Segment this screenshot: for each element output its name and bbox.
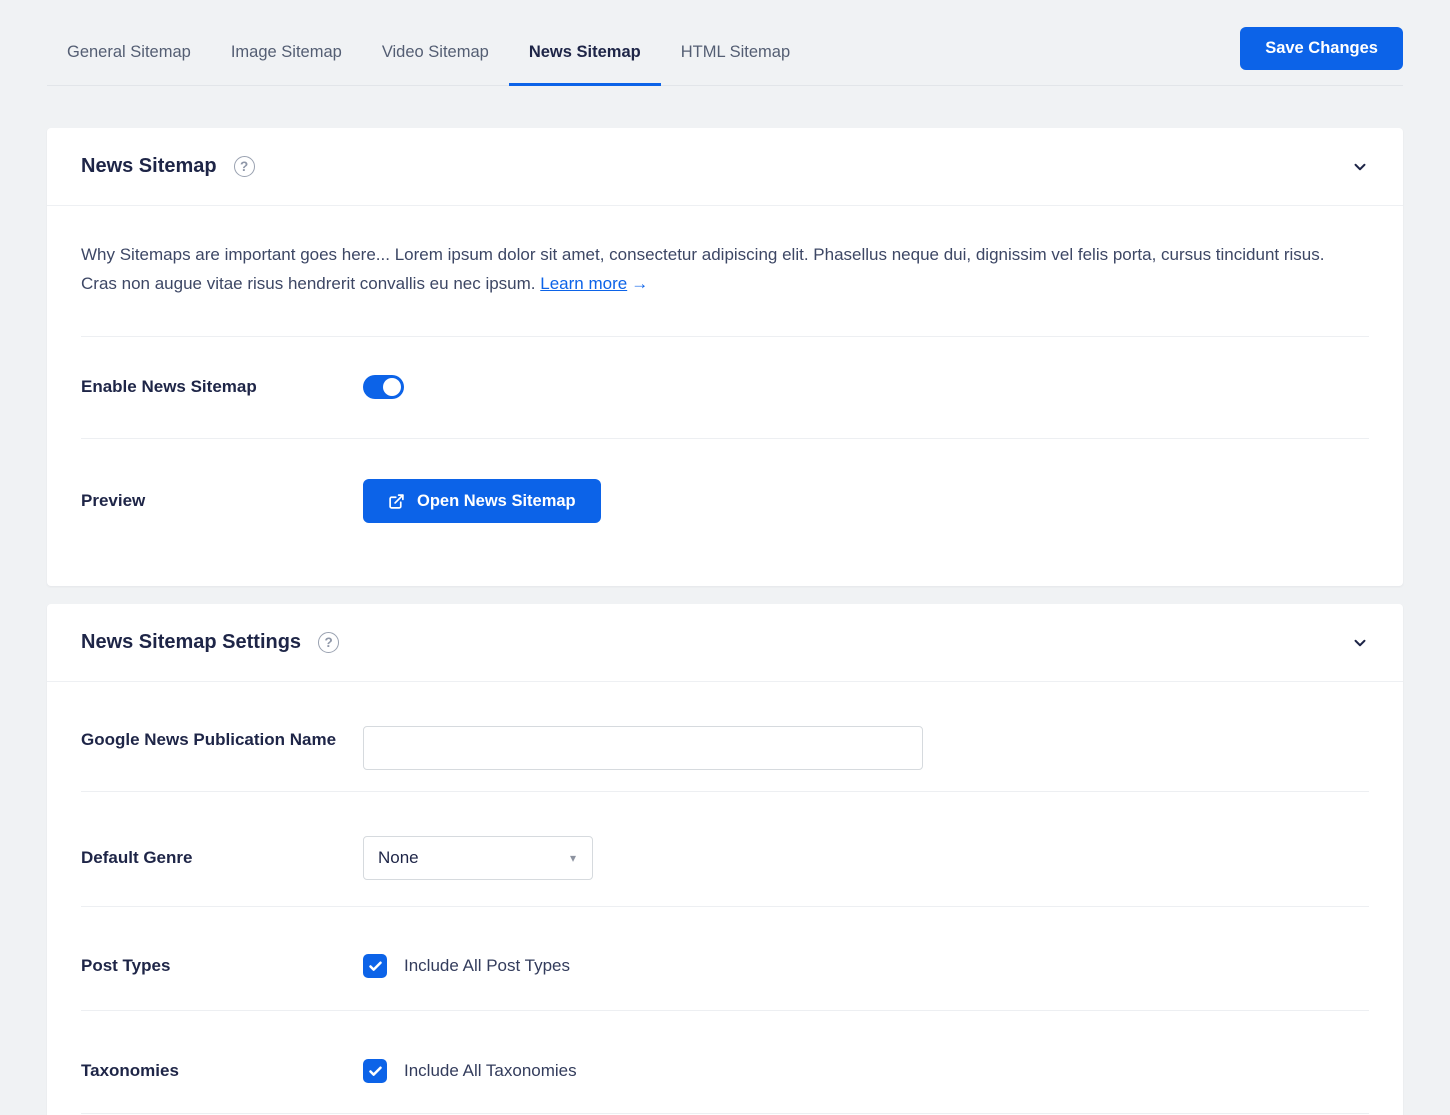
tab-html-sitemap[interactable]: HTML Sitemap: [661, 20, 810, 85]
tab-news-sitemap[interactable]: News Sitemap: [509, 20, 661, 85]
open-news-sitemap-button-label: Open News Sitemap: [417, 492, 576, 511]
default-genre-label: Default Genre: [81, 844, 363, 872]
checkmark-icon: [368, 1064, 383, 1079]
question-circle-icon[interactable]: ?: [318, 632, 339, 653]
page-container: General Sitemap Image Sitemap Video Site…: [47, 20, 1403, 1115]
enable-news-sitemap-label: Enable News Sitemap: [81, 373, 363, 401]
taxonomies-label: Taxonomies: [81, 1057, 363, 1085]
default-genre-select[interactable]: None ▾: [363, 836, 593, 880]
preview-row: Preview Open News Sitemap: [81, 438, 1369, 586]
dropdown-caret-icon: ▾: [570, 851, 576, 865]
save-changes-button[interactable]: Save Changes: [1240, 27, 1403, 70]
card-description: Why Sitemaps are important goes here... …: [81, 206, 1341, 336]
question-circle-icon[interactable]: ?: [234, 156, 255, 177]
post-types-label: Post Types: [81, 952, 363, 980]
external-link-icon: [388, 493, 405, 510]
taxonomies-row: Taxonomies Include All Taxonomies: [81, 1010, 1369, 1113]
post-types-row: Post Types Include All Post Types: [81, 906, 1369, 1010]
news-sitemap-card-header: News Sitemap ?: [47, 128, 1403, 206]
news-sitemap-card-body: Why Sitemaps are important goes here... …: [47, 206, 1403, 586]
publication-name-row: Google News Publication Name: [81, 682, 1369, 791]
learn-more-link[interactable]: Learn more: [540, 274, 627, 293]
preview-label: Preview: [81, 487, 363, 515]
chevron-down-icon[interactable]: [1351, 634, 1369, 652]
arrow-right-icon: →: [631, 274, 648, 293]
default-genre-row: Default Genre None ▾: [81, 791, 1369, 906]
news-sitemap-card: News Sitemap ? Why Sitemaps are importan…: [47, 128, 1403, 586]
tab-image-sitemap[interactable]: Image Sitemap: [211, 20, 362, 85]
news-sitemap-settings-card: News Sitemap Settings ? Google News Publ…: [47, 604, 1403, 1115]
open-news-sitemap-button[interactable]: Open News Sitemap: [363, 479, 601, 523]
include-all-post-types-label: Include All Post Types: [404, 956, 570, 976]
description-text: Why Sitemaps are important goes here... …: [81, 245, 1324, 293]
include-all-taxonomies-checkbox[interactable]: [363, 1059, 387, 1083]
settings-card-title: News Sitemap Settings: [81, 631, 301, 654]
checkmark-icon: [368, 959, 383, 974]
tab-video-sitemap[interactable]: Video Sitemap: [362, 20, 509, 85]
enable-news-sitemap-row: Enable News Sitemap: [81, 336, 1369, 438]
toggle-knob: [383, 378, 401, 396]
settings-card-body: Google News Publication Name Default Gen…: [47, 682, 1403, 1115]
include-all-taxonomies-label: Include All Taxonomies: [404, 1061, 577, 1081]
settings-card-header: News Sitemap Settings ?: [47, 604, 1403, 682]
include-all-post-types-checkbox[interactable]: [363, 954, 387, 978]
tab-general-sitemap[interactable]: General Sitemap: [47, 20, 211, 85]
sitemap-tabbar: General Sitemap Image Sitemap Video Site…: [47, 20, 1403, 86]
chevron-down-icon[interactable]: [1351, 158, 1369, 176]
card-title: News Sitemap: [81, 155, 217, 178]
enable-news-sitemap-toggle[interactable]: [363, 375, 404, 399]
publication-name-label: Google News Publication Name: [81, 726, 363, 754]
tab-list: General Sitemap Image Sitemap Video Site…: [47, 20, 810, 85]
publication-name-input[interactable]: [363, 726, 923, 770]
default-genre-selected-value: None: [378, 848, 419, 868]
